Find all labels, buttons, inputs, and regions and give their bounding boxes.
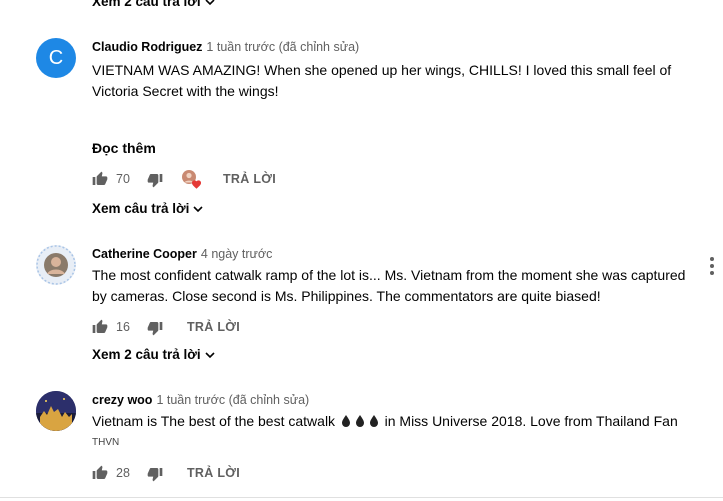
avatar[interactable]	[36, 245, 76, 285]
view-replies-label: Xem 2 câu trả lời	[92, 0, 201, 9]
thumbs-up-icon	[92, 465, 108, 479]
timestamp[interactable]: 4 ngày trước	[201, 247, 272, 261]
avatar-letter: C	[48, 46, 64, 69]
view-replies-label: Xem câu trả lời	[92, 201, 190, 216]
avatar[interactable]: C	[36, 38, 76, 78]
view-replies-toggle[interactable]: Xem 2 câu trả lời	[92, 347, 216, 362]
like-button[interactable]	[92, 319, 108, 335]
read-more-link[interactable]: Đọc thêm	[92, 140, 156, 156]
dislike-button[interactable]	[147, 466, 163, 482]
comment-text: VIETNAM WAS AMAZING! When she opened up …	[92, 62, 672, 99]
author-name[interactable]: Catherine Cooper	[92, 247, 197, 261]
view-replies-label: Xem 2 câu trả lời	[92, 347, 201, 362]
reply-button[interactable]: TRẢ LỜI	[223, 172, 276, 186]
thumbs-up-icon	[92, 171, 108, 185]
like-count: 70	[116, 172, 130, 186]
comment-subtext: THVN	[92, 437, 120, 448]
comment-text-part: in Miss Universe 2018. Love from Thailan…	[384, 413, 678, 429]
droplet-icon	[341, 414, 350, 427]
like-count: 28	[116, 466, 130, 480]
thumbs-down-icon	[147, 322, 163, 336]
view-replies-toggle[interactable]: Xem câu trả lời	[92, 201, 204, 216]
reply-button[interactable]: TRẢ LỜI	[187, 466, 240, 480]
timestamp[interactable]: 1 tuần trước (đã chỉnh sửa)	[156, 393, 309, 407]
like-button[interactable]	[92, 465, 108, 481]
comment-text: Vietnam is The best of the best catwalk …	[92, 411, 712, 433]
comment-header: crezy woo 1 tuần trước (đã chỉnh sửa)	[92, 393, 309, 407]
comment-header: Claudio Rodriguez 1 tuần trước (đã chỉnh …	[92, 40, 359, 54]
droplet-icon	[369, 414, 378, 427]
timestamp[interactable]: 1 tuần trước (đã chỉnh sửa)	[206, 40, 359, 54]
divider	[0, 497, 723, 498]
chevron-down-icon	[205, 0, 215, 5]
chevron-down-icon	[193, 205, 203, 212]
avatar-image	[36, 245, 76, 285]
thumbs-down-icon	[147, 174, 163, 188]
heart-icon	[191, 180, 202, 189]
thumbs-down-icon	[147, 468, 163, 482]
droplet-emoji-group	[341, 412, 379, 433]
chevron-down-icon	[205, 351, 215, 358]
thumbs-up-icon	[92, 319, 108, 333]
reply-button[interactable]: TRẢ LỜI	[187, 320, 240, 334]
author-name[interactable]: Claudio Rodriguez	[92, 40, 202, 54]
comment-header: Catherine Cooper 4 ngày trước	[92, 247, 272, 261]
comment-text: The most confident catwalk ramp of the l…	[92, 267, 686, 304]
creator-heart-badge	[182, 170, 202, 190]
like-count: 16	[116, 320, 130, 334]
droplet-icon	[355, 414, 364, 427]
dislike-button[interactable]	[147, 172, 163, 188]
avatar-image	[36, 391, 76, 431]
dislike-button[interactable]	[147, 320, 163, 336]
like-button[interactable]	[92, 171, 108, 187]
more-options-icon[interactable]	[709, 257, 715, 278]
avatar[interactable]	[36, 391, 76, 431]
author-name[interactable]: crezy woo	[92, 393, 152, 407]
comment-text-part: Vietnam is The best of the best catwalk	[92, 413, 336, 429]
view-replies-toggle-top[interactable]: Xem 2 câu trả lời	[92, 0, 216, 9]
